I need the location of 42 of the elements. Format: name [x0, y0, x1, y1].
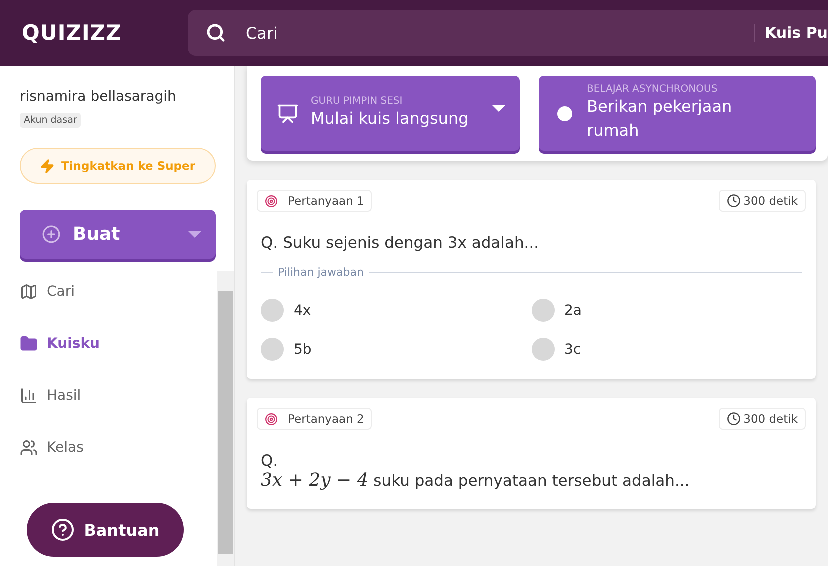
nav-link[interactable]: Kuis Pu	[754, 24, 828, 42]
choices-label: Pilihan jawaban	[278, 266, 364, 279]
question-text: Q. Suku sejenis dengan 3x adalah...	[261, 234, 540, 252]
user-name: risnamira bellasaragih	[20, 89, 178, 105]
choice-text: 5b	[294, 342, 312, 358]
question-label: Pertanyaan 2	[257, 408, 372, 430]
scrollbar[interactable]	[217, 271, 234, 566]
choice-text: 2a	[564, 302, 582, 318]
chart-icon	[20, 386, 38, 404]
lightning-icon	[40, 158, 56, 174]
question-text: Q. 3x + 2y − 4 suku pada pernyataan tersebut adalah...	[261, 452, 691, 491]
choice-dot	[532, 338, 554, 361]
map-icon	[20, 282, 38, 300]
choice-dot	[532, 299, 554, 322]
folder-icon	[20, 334, 38, 352]
logo[interactable]: QUIZIZZ	[22, 21, 162, 45]
search-icon	[206, 23, 226, 43]
nav-item[interactable]: Hasil	[20, 385, 217, 406]
help-button[interactable]: Bantuan	[27, 503, 184, 557]
presentation-icon	[277, 102, 299, 124]
caret-icon	[188, 231, 202, 238]
caret-icon	[492, 105, 506, 112]
class-icon	[20, 438, 38, 456]
target-icon	[265, 412, 278, 426]
choice-dot	[261, 338, 284, 361]
choice-text: 3c	[564, 342, 582, 358]
nav-item[interactable]: Kelas	[20, 437, 217, 458]
target-icon	[265, 194, 278, 208]
time-label: 300 detik	[718, 408, 806, 430]
homework-button[interactable]: BELAJAR ASYNCHRONOUS Berikan pekerjaan rumah	[539, 76, 816, 151]
choice-text: 4x	[294, 302, 312, 318]
choice-dot	[261, 299, 284, 322]
create-button[interactable]: Buat	[20, 210, 216, 259]
help-icon	[51, 518, 76, 542]
plus-icon	[42, 225, 61, 244]
nav-item[interactable]: Kuisku	[20, 333, 217, 354]
question-label: Pertanyaan 1	[257, 190, 372, 212]
live-quiz-button[interactable]: GURU PIMPIN SESI Mulai kuis langsung	[261, 76, 520, 151]
time-label: 300 detik	[718, 190, 806, 212]
plan-badge: Akun dasar	[20, 113, 82, 128]
nav-item[interactable]: Cari	[20, 281, 217, 302]
search-field[interactable]: Cari Kuis Pu	[188, 10, 828, 56]
